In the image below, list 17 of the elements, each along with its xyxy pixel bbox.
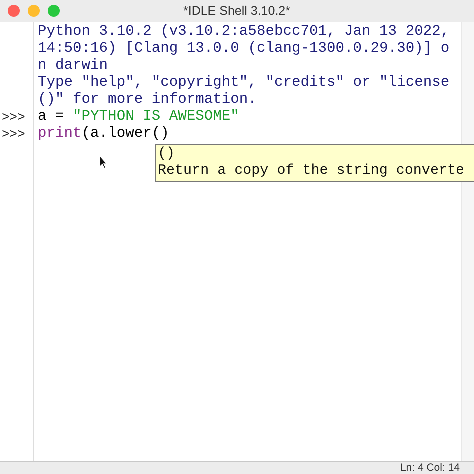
output-line: 14:50:16) [Clang 13.0.0 (clang-1300.0.29.30)] o [38,41,451,58]
minimize-button[interactable] [28,5,40,17]
output-line: n darwin [38,58,110,75]
output-line: Type "help", "copyright", "credits" or "license [38,75,451,92]
shell-prompt: >>> [2,127,26,142]
zoom-button[interactable] [48,5,60,17]
shell-prompt: >>> [2,110,26,125]
output-line: ()" for more information. [38,92,258,109]
calltip-description: Return a copy of the string converte [158,163,466,180]
close-button[interactable] [8,5,20,17]
output-line: Python 3.10.2 (v3.10.2:a58ebcc701, Jan 13 2022, [38,24,451,41]
calltip-signature: () [158,146,176,163]
window-title: *IDLE Shell 3.10.2* [183,4,290,18]
mouse-pointer-icon [99,155,108,169]
cursor-position: Ln: 4 Col: 14 [400,462,460,474]
code-line: a = "PYTHON IS AWESOME" [38,109,240,126]
code-line: print(a.lower() [38,126,170,143]
